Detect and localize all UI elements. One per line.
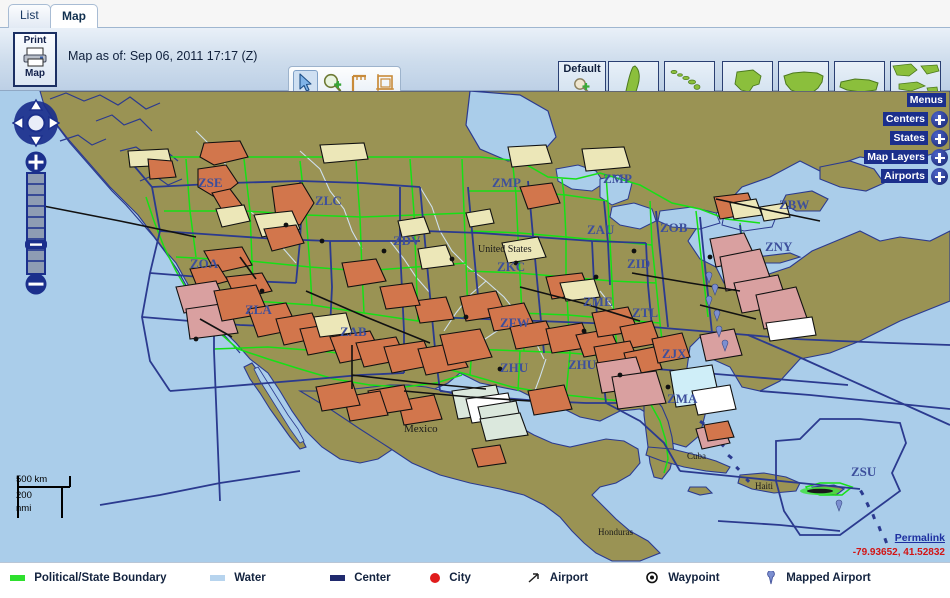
center-label: ZSU: [851, 464, 877, 479]
legend-item-city: City: [430, 570, 471, 586]
scale-nmi-value: 200: [16, 490, 32, 501]
waypoint-target-icon: [645, 571, 659, 584]
center-label: ZOB: [660, 220, 688, 235]
menu-row-states: States: [866, 130, 950, 147]
aviation-weather-map-app: List Map Print Map Map as of: Sep 06, 20…: [0, 0, 950, 598]
legend-item-mapped-airport: Mapped Airport: [765, 570, 871, 586]
center-label: ZAU: [587, 222, 615, 237]
map-layers-label[interactable]: Map Layers: [864, 150, 928, 164]
menus-label[interactable]: Menus: [906, 93, 946, 107]
states-expand-icon[interactable]: [931, 130, 948, 147]
centers-label[interactable]: Centers: [882, 112, 928, 126]
default-zoom-label-top: Default: [563, 63, 601, 75]
map-scale-bar: 500 km 200 nmi: [12, 474, 80, 526]
center-label: ZLA: [245, 302, 272, 317]
tab-map[interactable]: Map: [50, 4, 98, 29]
place-label: Cuba: [687, 451, 706, 461]
legend-label-waypoint: Waypoint: [668, 572, 720, 584]
center-label: ZDV: [393, 233, 421, 248]
legend-item-waypoint: Waypoint: [645, 570, 720, 586]
tab-strip: List Map: [0, 0, 950, 29]
scale-km-label: 500 km: [16, 474, 48, 485]
legend-item-political-state-boundary: Political/State Boundary: [10, 570, 166, 586]
center-label: ZKC: [497, 259, 525, 274]
water-swatch-icon: [210, 574, 225, 581]
map-menu-panel: Menus Centers States Map Layers Airports: [864, 93, 950, 188]
print-map-label-top: Print: [23, 35, 47, 46]
pan-control[interactable]: [11, 95, 61, 150]
menu-row-menus: Menus: [866, 93, 950, 109]
zoom-slider[interactable]: [21, 151, 51, 296]
center-label: ZAB: [340, 324, 367, 339]
legend-item-water: Water: [210, 570, 266, 586]
airports-label[interactable]: Airports: [881, 169, 928, 183]
print-map-label-bottom: Map: [25, 68, 45, 79]
political-boundary-swatch-icon: [10, 574, 25, 581]
legend-label-airport: Airport: [549, 572, 589, 584]
center-label: ZNY: [765, 239, 793, 254]
center-label: ZHU: [500, 360, 529, 375]
place-label: United States: [478, 244, 532, 255]
centers-expand-icon[interactable]: [931, 111, 948, 128]
map-toolbar: Print Map Map as of: Sep 06, 2011 17:17 …: [0, 28, 950, 111]
center-label: ZJX: [662, 346, 687, 361]
scale-nmi-unit: nmi: [16, 503, 32, 514]
legend-label-mapped-airport: Mapped Airport: [786, 572, 871, 584]
city-dot-icon: [430, 572, 440, 583]
center-label: ZSE: [198, 175, 223, 190]
map-pin-icon: [765, 570, 777, 585]
legend-label-water: Water: [234, 572, 266, 584]
map-canvas[interactable]: .land{fill:#9a9354;stroke:#2b3a8f;stroke…: [0, 91, 950, 562]
cursor-coordinates: -79.93652, 41.52832: [852, 547, 945, 558]
center-label: ZME: [583, 294, 613, 309]
airports-expand-icon[interactable]: [931, 168, 948, 185]
center-label: ZBW: [779, 197, 809, 212]
menu-row-centers: Centers: [866, 111, 950, 128]
map-timestamp: Map as of: Sep 06, 2011 17:17 (Z): [68, 49, 258, 63]
menu-row-map-layers: Map Layers: [864, 149, 950, 166]
map-legend: Political/State Boundary Water Center Ci…: [0, 562, 950, 598]
printer-icon: [21, 47, 49, 67]
legend-label-political-state-boundary: Political/State Boundary: [34, 572, 167, 584]
center-label: ZFW: [500, 315, 530, 330]
states-label[interactable]: States: [890, 131, 928, 145]
permalink-link[interactable]: Permalink: [895, 532, 945, 544]
center-label: ZLC: [315, 193, 342, 208]
map-graphics: .land{fill:#9a9354;stroke:#2b3a8f;stroke…: [0, 91, 950, 562]
center-label: ZOA: [190, 256, 219, 271]
place-label: Mexico: [404, 423, 438, 435]
center-label: ZMP: [492, 175, 521, 190]
legend-item-center: Center: [330, 570, 391, 586]
legend-item-airport: Airport: [527, 570, 588, 586]
place-label: Honduras: [598, 527, 633, 537]
center-label: ZMA: [667, 391, 698, 406]
legend-label-center: Center: [354, 572, 391, 584]
center-label: ZID: [627, 256, 650, 271]
map-layers-expand-icon[interactable]: [931, 149, 948, 166]
center-label: ZMP: [603, 171, 632, 186]
center-label: ZTL: [632, 305, 658, 320]
legend-label-city: City: [449, 572, 471, 584]
place-label: Haiti: [755, 481, 773, 491]
tab-list[interactable]: List: [8, 4, 51, 28]
airport-arrow-icon: [527, 571, 541, 584]
center-swatch-icon: [330, 574, 345, 581]
center-label: ZHU: [568, 357, 597, 372]
print-map-button[interactable]: Print Map: [13, 32, 57, 87]
menu-row-airports: Airports: [866, 168, 950, 185]
